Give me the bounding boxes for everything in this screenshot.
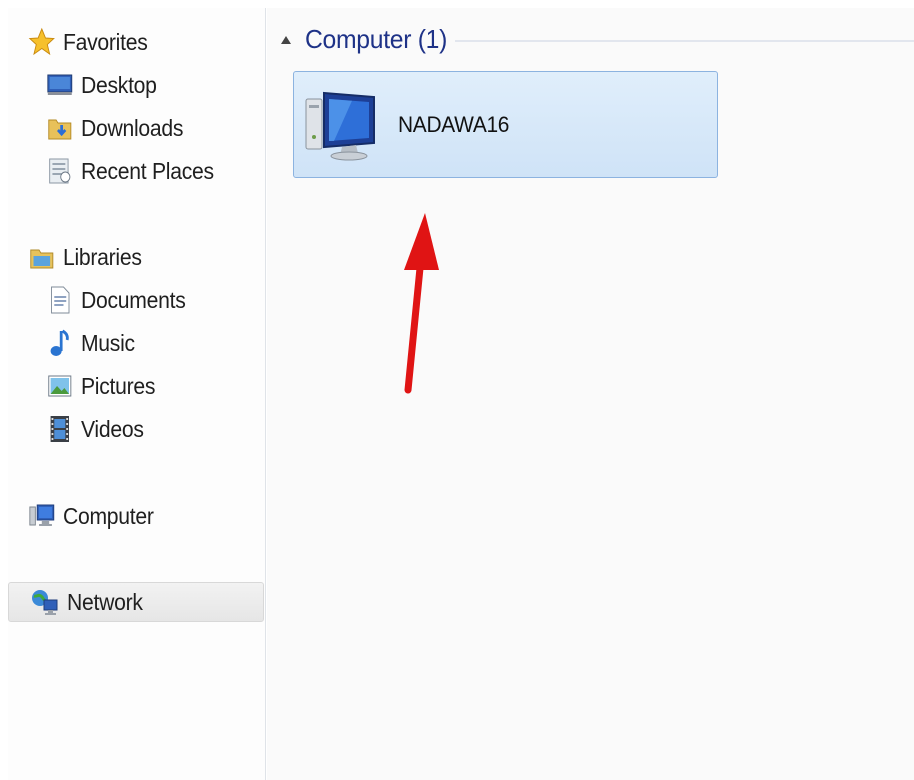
red-arrow-icon [404, 213, 439, 394]
explorer-window: Favorites Desktop Downloads Recent Place… [8, 8, 914, 780]
